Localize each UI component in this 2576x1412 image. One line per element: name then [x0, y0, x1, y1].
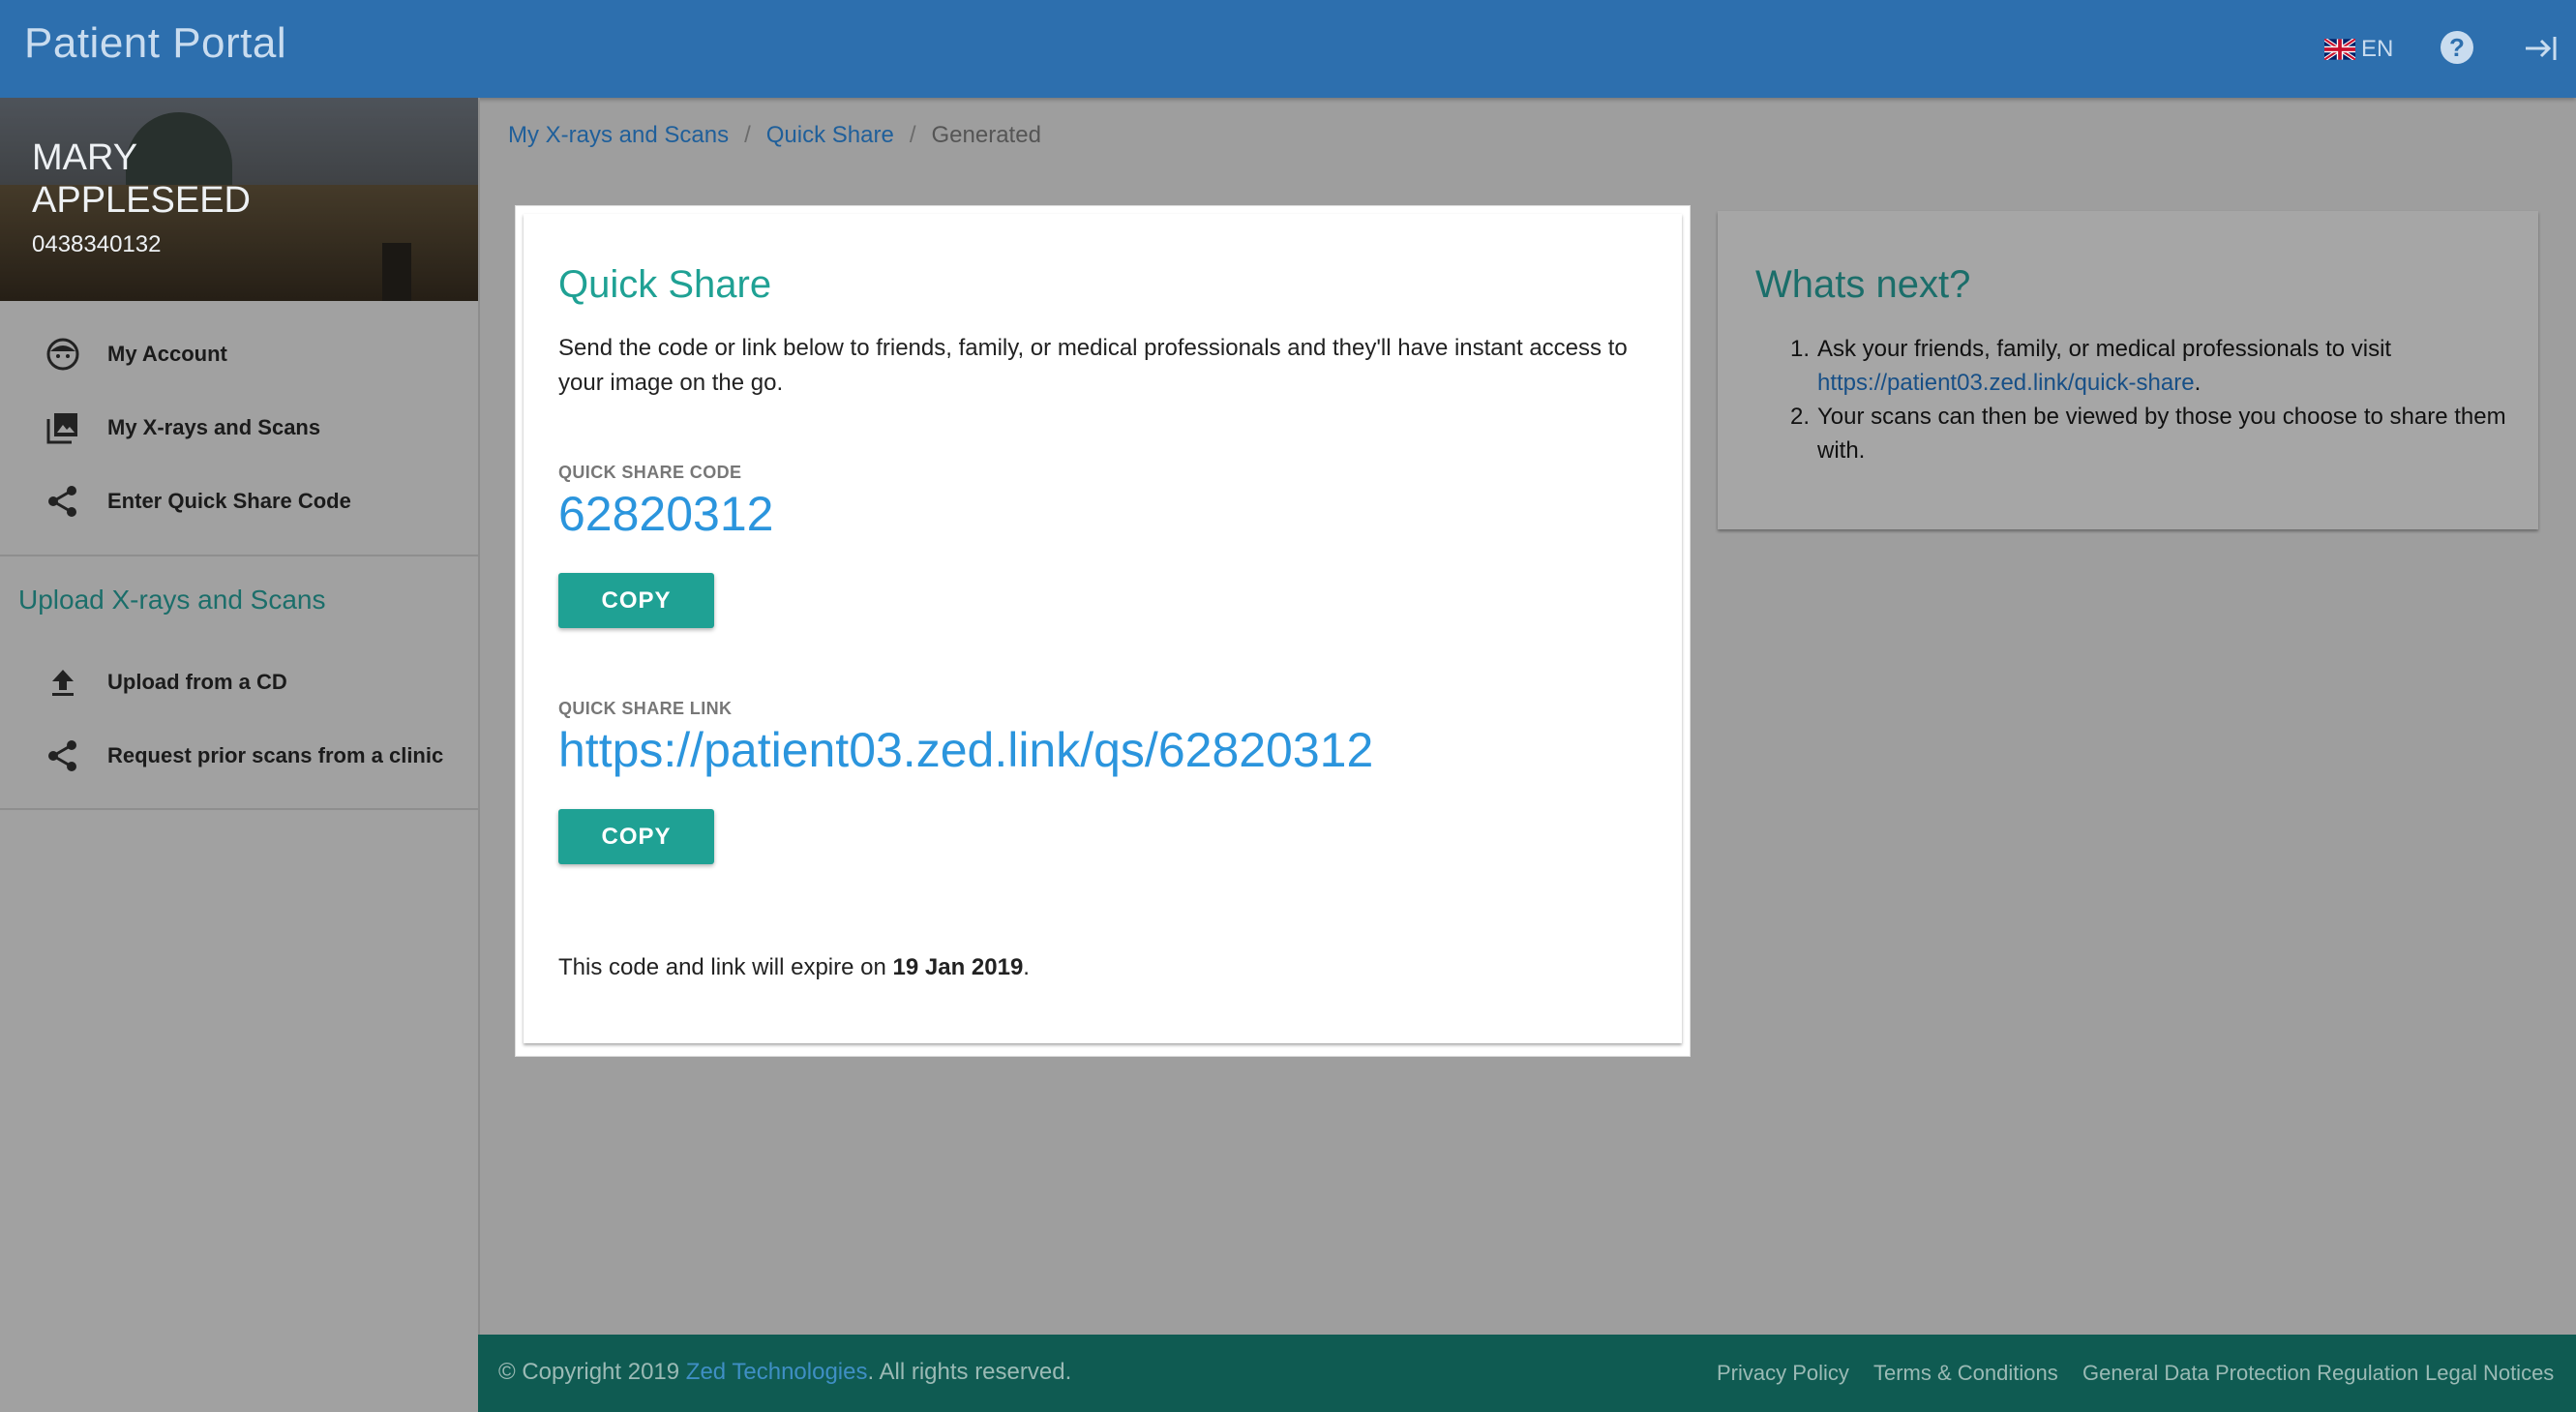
sidebar-divider: [0, 808, 478, 810]
quick-share-code-label: QUICK SHARE CODE: [558, 463, 742, 482]
step-text: Ask your friends, family, or medical pro…: [1817, 336, 2392, 362]
uk-flag-icon: [2324, 39, 2355, 60]
breadcrumb-current: Generated: [931, 122, 1041, 148]
step-end: .: [2194, 370, 2202, 396]
whats-next-title: Whats next?: [1755, 263, 1971, 306]
expiry-prefix: This code and link will expire on: [558, 954, 893, 980]
copy-link-button[interactable]: COPY: [558, 809, 714, 864]
sidebar-item-my-xrays[interactable]: My X-rays and Scans: [0, 394, 478, 462]
sidebar-item-label: My X-rays and Scans: [107, 415, 321, 439]
sidebar-item-label: Upload from a CD: [107, 670, 287, 694]
breadcrumb-quick-share[interactable]: Quick Share: [766, 122, 894, 149]
footer-link-terms[interactable]: Terms & Conditions: [1873, 1361, 2058, 1386]
sidebar-item-my-account[interactable]: My Account: [0, 320, 478, 388]
share-icon: [48, 486, 76, 517]
language-code: EN: [2361, 36, 2394, 62]
footer-link-privacy[interactable]: Privacy Policy: [1717, 1361, 1849, 1386]
sidebar-item-label: My Account: [107, 342, 227, 366]
sidebar-item-request-prior-scans[interactable]: Request prior scans from a clinic: [0, 722, 478, 790]
copy-code-button[interactable]: COPY: [558, 573, 714, 628]
share-icon: [48, 740, 76, 771]
breadcrumb-my-xrays[interactable]: My X-rays and Scans: [508, 122, 729, 149]
copyright-suffix: . All rights reserved.: [867, 1359, 1072, 1385]
company-link[interactable]: Zed Technologies: [686, 1359, 868, 1385]
quick-share-link-label: QUICK SHARE LINK: [558, 699, 733, 718]
quick-share-site-link[interactable]: https://patient03.zed.link/quick-share: [1817, 370, 2195, 396]
help-circle-icon[interactable]: ?: [2441, 31, 2473, 64]
quick-share-link[interactable]: https://patient03.zed.link/qs/62820312: [558, 722, 1373, 778]
profile-name: MARY APPLESEED: [32, 137, 251, 221]
logout-arrow-icon[interactable]: [2522, 29, 2561, 68]
footer-link-gdpr[interactable]: General Data Protection Regulation: [2082, 1361, 2418, 1386]
list-item: 1. Ask your friends, family, or medical …: [1755, 332, 2510, 400]
sidebar-item-upload-cd[interactable]: Upload from a CD: [0, 648, 478, 716]
top-app-bar: Patient Portal EN ?: [0, 0, 2576, 98]
breadcrumb-separator: /: [909, 122, 916, 148]
language-selector[interactable]: EN: [2324, 32, 2393, 67]
quick-share-description: Send the code or link below to friends, …: [558, 335, 1628, 396]
profile-banner: MARY APPLESEED 0438340132: [0, 98, 478, 301]
list-item: 2. Your scans can then be viewed by thos…: [1755, 400, 2510, 467]
expiry-suffix: .: [1023, 954, 1030, 980]
expiry-notice: This code and link will expire on 19 Jan…: [558, 954, 1030, 981]
breadcrumb-separator: /: [744, 122, 751, 148]
upload-icon: [52, 670, 74, 696]
sidebar-item-label: Enter Quick Share Code: [107, 489, 351, 513]
upload-section-heading: Upload X-rays and Scans: [18, 585, 326, 615]
quick-share-code: 62820312: [558, 487, 774, 541]
expiry-date: 19 Jan 2019: [892, 954, 1024, 980]
profile-phone: 0438340132: [32, 231, 162, 257]
quick-share-title: Quick Share: [558, 263, 772, 306]
list-number: 2.: [1790, 404, 1811, 430]
face-icon: [46, 338, 79, 371]
images-icon: [46, 413, 77, 444]
sidebar-divider: [0, 555, 478, 556]
sidebar-item-enter-quick-share[interactable]: Enter Quick Share Code: [0, 467, 478, 535]
copyright-prefix: © Copyright 2019: [498, 1359, 686, 1385]
sidebar-item-label: Request prior scans from a clinic: [107, 743, 444, 767]
step-text: Your scans can then be viewed by those y…: [1817, 404, 2506, 464]
app-title: Patient Portal: [24, 19, 287, 67]
footer-link-legal[interactable]: Legal Notices: [2425, 1361, 2554, 1386]
list-number: 1.: [1790, 336, 1811, 362]
breadcrumb: My X-rays and Scans / Quick Share / Gene…: [508, 122, 1041, 149]
copyright: © Copyright 2019 Zed Technologies. All r…: [498, 1359, 1071, 1386]
whats-next-list: 1. Ask your friends, family, or medical …: [1755, 332, 2510, 467]
